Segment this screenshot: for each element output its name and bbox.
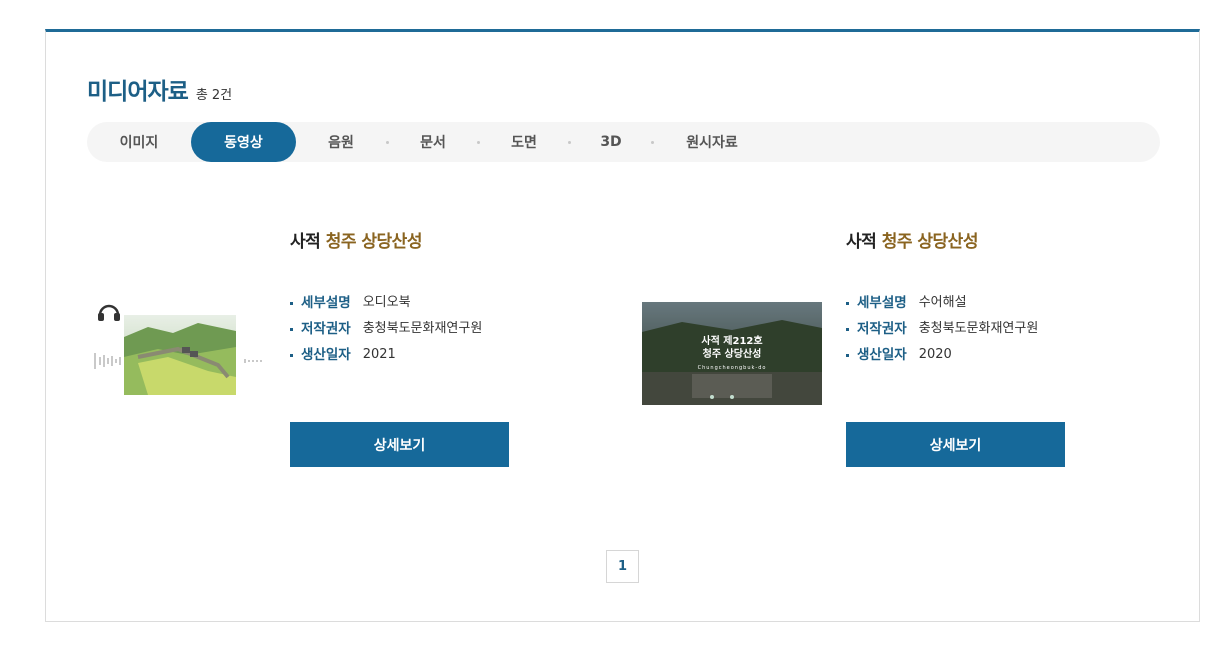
detail-row: 생산일자 2021 [290, 342, 482, 368]
section-header: 미디어자료 총 2건 [87, 72, 232, 106]
detail-row: 저작권자 충청북도문화재연구원 [846, 316, 1038, 342]
item-title: 사적 청주 상당산성 [846, 227, 978, 252]
thumb-caption-2: 청주 상당산성 [703, 347, 762, 360]
tab-document[interactable]: 문서 [389, 122, 477, 162]
item-details: 세부설명 오디오북 저작권자 충청북도문화재연구원 생산일자 2021 [290, 290, 482, 368]
tab-audio[interactable]: 음원 [296, 122, 386, 162]
item-title-highlight: 청주 상당산성 [325, 232, 423, 252]
tab-drawing[interactable]: 도면 [480, 122, 568, 162]
detail-row: 세부설명 오디오북 [290, 290, 482, 316]
detail-label: 생산일자 [301, 347, 351, 363]
detail-label: 세부설명 [301, 295, 351, 311]
detail-label: 저작권자 [857, 321, 907, 337]
detail-value: 수어해설 [918, 295, 967, 310]
detail-label: 세부설명 [857, 295, 907, 311]
thumb-caption-1: 사적 제212호 [701, 334, 762, 347]
section-title: 미디어자료 [87, 79, 189, 105]
media-panel: 미디어자료 총 2건 이미지 동영상 음원 문서 도면 3D 원시자료 사적 청… [45, 29, 1200, 622]
detail-label: 생산일자 [857, 347, 907, 363]
headphones-icon [98, 304, 120, 321]
detail-row: 생산일자 2020 [846, 342, 1038, 368]
media-tabs: 이미지 동영상 음원 문서 도면 3D 원시자료 [87, 122, 1160, 162]
item-title: 사적 청주 상당산성 [290, 227, 422, 252]
item-title-prefix: 사적 [846, 232, 877, 252]
detail-value: 2020 [918, 347, 952, 362]
detail-row: 저작권자 충청북도문화재연구원 [290, 316, 482, 342]
detail-value: 오디오북 [362, 295, 411, 310]
item-title-highlight: 청주 상당산성 [881, 232, 979, 252]
detail-row: 세부설명 수어해설 [846, 290, 1038, 316]
detail-value: 충청북도문화재연구원 [918, 321, 1039, 336]
tab-image[interactable]: 이미지 [87, 122, 191, 162]
result-count: 총 2건 [195, 88, 233, 103]
audiobook-thumbnail[interactable] [88, 297, 268, 401]
video-thumbnail[interactable]: 사적 제212호 청주 상당산성 Chungcheongbuk-do [642, 302, 822, 405]
tab-raw-data[interactable]: 원시자료 [654, 122, 770, 162]
detail-value: 2021 [362, 347, 396, 362]
thumb-caption-3: Chungcheongbuk-do [698, 365, 767, 371]
detail-label: 저작권자 [301, 321, 351, 337]
item-title-prefix: 사적 [290, 232, 321, 252]
page-number-1[interactable]: 1 [606, 550, 639, 583]
tab-video[interactable]: 동영상 [191, 122, 296, 162]
view-detail-button[interactable]: 상세보기 [290, 422, 509, 467]
view-detail-button[interactable]: 상세보기 [846, 422, 1065, 467]
tab-3d[interactable]: 3D [571, 122, 651, 162]
item-details: 세부설명 수어해설 저작권자 충청북도문화재연구원 생산일자 2020 [846, 290, 1038, 368]
detail-value: 충청북도문화재연구원 [362, 321, 483, 336]
